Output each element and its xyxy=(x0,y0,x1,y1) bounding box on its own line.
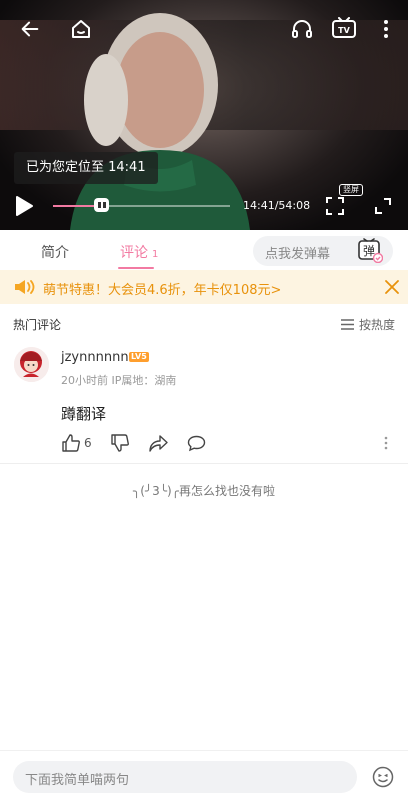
sort-icon xyxy=(340,319,354,330)
comment-text: 蹲翻译 xyxy=(61,405,107,423)
danmaku-input[interactable]: 点我发弹幕 弹 xyxy=(253,236,393,266)
tab-comments-label: 评论 xyxy=(120,245,148,261)
level-badge: LV5 xyxy=(129,352,149,362)
emoji-icon[interactable] xyxy=(371,765,395,789)
tab-active-indicator xyxy=(118,267,154,269)
comment-divider xyxy=(0,463,408,464)
avatar[interactable] xyxy=(14,347,49,382)
dislike-icon[interactable] xyxy=(110,433,130,453)
comment-input[interactable]: 下面我简单喵两句 xyxy=(13,761,357,793)
portrait-mode-label: 竖屏 xyxy=(339,184,363,196)
danmaku-placeholder: 点我发弹幕 xyxy=(265,247,331,262)
comment-input-placeholder: 下面我简单喵两句 xyxy=(25,773,130,788)
like-icon[interactable] xyxy=(61,433,81,453)
portrait-fullscreen-icon[interactable] xyxy=(325,196,345,216)
promo-text: 萌节特惠！大会员4.6折，年卡仅108元> xyxy=(43,283,282,298)
comment-meta: 20小时前 IP属地：湖南 xyxy=(61,374,177,387)
headphones-icon[interactable] xyxy=(289,16,315,42)
player-top-bar: TV xyxy=(0,0,408,60)
progress-thumb[interactable] xyxy=(94,198,109,212)
seek-toast: 已为您定位至 14:41 xyxy=(14,152,158,184)
video-player[interactable]: TV 已为您定位至 14:41 14:41/54:08 竖屏 xyxy=(0,0,408,230)
reply-icon[interactable] xyxy=(186,433,206,453)
sort-button[interactable]: 按热度 xyxy=(340,316,395,333)
hot-comments-title: 热门评论 xyxy=(13,318,62,332)
fullscreen-icon[interactable] xyxy=(373,196,393,216)
svg-text:TV: TV xyxy=(338,26,350,35)
danmaku-button-label: 弹 xyxy=(363,244,375,258)
like-count: 6 xyxy=(84,436,92,450)
tab-intro[interactable]: 简介 xyxy=(41,242,69,262)
share-icon[interactable] xyxy=(148,433,168,453)
sort-label: 按热度 xyxy=(358,318,395,332)
tab-comments-count: 1 xyxy=(152,249,159,260)
close-icon[interactable] xyxy=(383,278,401,296)
promo-banner[interactable]: 萌节特惠！大会员4.6折，年卡仅108元> xyxy=(0,270,408,304)
back-icon[interactable] xyxy=(18,17,42,41)
home-icon[interactable] xyxy=(68,16,94,42)
more-icon[interactable] xyxy=(376,17,396,41)
play-icon[interactable] xyxy=(12,194,36,218)
time-display: 14:41/54:08 xyxy=(243,199,311,212)
tab-comments[interactable]: 评论 1 xyxy=(120,242,158,262)
end-of-list-text: ╮(╯3╰)╭再怎么找也没有啦 xyxy=(133,484,275,498)
speaker-icon xyxy=(13,277,35,297)
comment-more-icon[interactable] xyxy=(380,434,392,452)
tv-cast-icon[interactable]: TV xyxy=(331,16,357,42)
danmaku-toggle-icon[interactable]: 弹 xyxy=(357,237,384,264)
comment-username[interactable]: jzynnnnnn xyxy=(61,350,129,365)
